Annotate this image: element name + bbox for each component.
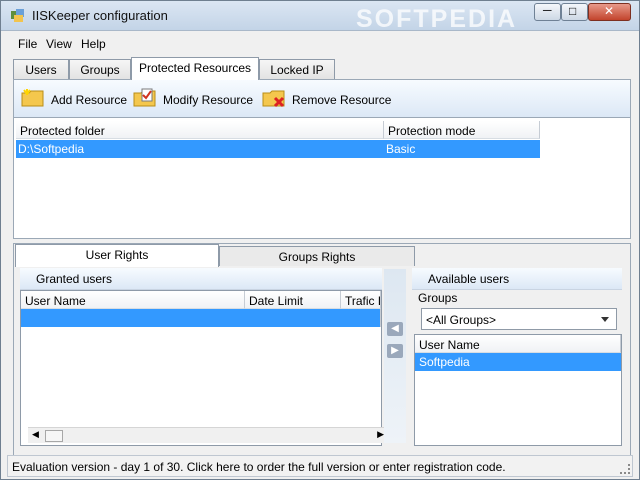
- title-bar: IISKeeper configuration SOFTPEDIA ─ □ ✕: [1, 1, 639, 33]
- close-button[interactable]: ✕: [588, 3, 631, 21]
- tab-user-rights[interactable]: User Rights: [15, 244, 219, 267]
- remove-resource-label: Remove Resource: [292, 93, 392, 107]
- granted-users-title: Granted users: [20, 268, 382, 290]
- window-title: IISKeeper configuration: [32, 8, 168, 23]
- top-tabs: Users Groups Protected Resources Locked …: [9, 57, 634, 80]
- groups-select[interactable]: <All Groups>: [421, 308, 617, 330]
- resource-row[interactable]: D:\Softpedia Basic: [16, 140, 540, 158]
- groups-label: Groups: [418, 291, 458, 305]
- tab-users[interactable]: Users: [13, 59, 69, 79]
- tab-locked-ip[interactable]: Locked IP: [259, 59, 335, 79]
- granted-user-row[interactable]: [21, 309, 381, 327]
- close-icon: ✕: [604, 4, 615, 18]
- menu-bar: File View Help: [9, 32, 634, 56]
- remove-user-button[interactable]: ◀: [387, 322, 403, 336]
- folder-add-icon: [21, 89, 44, 107]
- menu-help[interactable]: Help: [81, 37, 106, 51]
- available-user-name: Softpedia: [419, 355, 470, 369]
- chevron-down-icon: [601, 317, 609, 322]
- column-protection-mode[interactable]: Protection mode: [384, 121, 540, 139]
- resize-grip-icon[interactable]: [620, 464, 630, 474]
- transfer-buttons: ◀ ▶: [384, 269, 406, 443]
- column-date-limit[interactable]: Date Limit: [245, 291, 341, 309]
- softpedia-watermark: SOFTPEDIA: [356, 5, 518, 33]
- available-user-row[interactable]: Softpedia: [415, 353, 621, 371]
- groups-select-value: <All Groups>: [426, 313, 497, 327]
- tab-protected-resources[interactable]: Protected Resources: [131, 57, 259, 80]
- folder-check-icon: [133, 88, 156, 107]
- maximize-icon: □: [569, 4, 577, 18]
- menu-file[interactable]: File: [18, 37, 37, 51]
- rights-panel: User Rights Groups Rights Granted users …: [13, 243, 631, 457]
- column-traffic-limit[interactable]: Trafic Li: [341, 291, 381, 309]
- minimize-icon: ─: [543, 3, 552, 17]
- scroll-thumb[interactable]: [45, 430, 63, 442]
- available-users-table[interactable]: User Name Softpedia: [414, 334, 622, 446]
- tab-groups[interactable]: Groups: [69, 59, 131, 79]
- status-bar[interactable]: Evaluation version - day 1 of 30. Click …: [7, 455, 633, 477]
- modify-resource-button[interactable]: Modify Resource: [133, 88, 255, 112]
- folder-delete-icon: [262, 90, 285, 108]
- protected-resources-list[interactable]: Protected folder Protection mode D:\Soft…: [13, 117, 631, 239]
- status-text[interactable]: Evaluation version - day 1 of 30. Click …: [12, 460, 506, 474]
- resource-mode: Basic: [386, 142, 416, 156]
- resource-toolbar: Add Resource Modify Resource Remove Reso…: [13, 79, 631, 117]
- available-users-title: Available users: [412, 268, 622, 290]
- maximize-button[interactable]: □: [561, 3, 588, 21]
- add-user-button[interactable]: ▶: [387, 344, 403, 358]
- scroll-left-icon[interactable]: ◀: [32, 429, 39, 440]
- modify-resource-label: Modify Resource: [163, 93, 254, 107]
- add-resource-label: Add Resource: [51, 93, 128, 107]
- horizontal-scrollbar[interactable]: ◀ ▶: [28, 427, 388, 443]
- tab-groups-rights[interactable]: Groups Rights: [219, 246, 415, 266]
- app-window: IISKeeper configuration SOFTPEDIA ─ □ ✕ …: [0, 0, 640, 480]
- granted-users-table[interactable]: User Name Date Limit Trafic Li ◀ ▶: [20, 290, 388, 446]
- resource-folder: D:\Softpedia: [18, 142, 85, 156]
- available-column-user-name[interactable]: User Name: [415, 335, 621, 353]
- remove-resource-button[interactable]: Remove Resource: [262, 88, 392, 112]
- minimize-button[interactable]: ─: [534, 3, 561, 21]
- column-protected-folder[interactable]: Protected folder: [16, 121, 384, 139]
- column-user-name[interactable]: User Name: [21, 291, 245, 309]
- menu-view[interactable]: View: [46, 37, 72, 51]
- scroll-right-icon[interactable]: ▶: [377, 429, 384, 440]
- add-resource-button[interactable]: Add Resource: [21, 88, 141, 112]
- app-icon: [11, 9, 24, 22]
